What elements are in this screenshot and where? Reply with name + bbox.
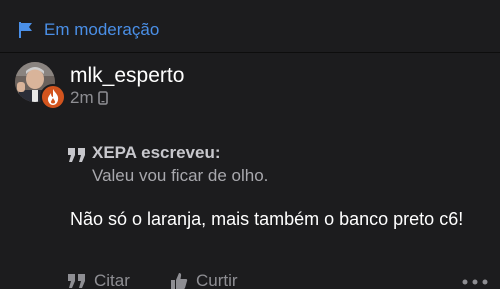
username[interactable]: mlk_esperto <box>70 64 184 88</box>
post-meta: 2m <box>70 88 108 108</box>
thumbs-up-icon <box>171 273 188 289</box>
quote-author[interactable]: XEPA escreveu: <box>92 143 221 163</box>
divider <box>0 52 500 53</box>
post-body: Não só o laranja, mais também o banco pr… <box>70 209 464 229</box>
like-button[interactable]: Curtir <box>170 271 238 289</box>
user-rank-badge <box>40 84 66 110</box>
moderation-banner[interactable]: Em moderação <box>0 0 500 60</box>
mobile-icon <box>97 91 108 105</box>
flame-icon <box>47 89 59 105</box>
post-card: Em moderação mlk_esperto 2m XEPA escreve… <box>0 0 500 289</box>
post-actions: Citar Curtir <box>0 271 500 289</box>
quote-text: Valeu vou ficar de olho. <box>92 166 269 185</box>
quote-icon <box>68 274 85 288</box>
post-time: 2m <box>70 88 94 107</box>
quote-icon <box>68 148 85 162</box>
quote-button-label: Citar <box>94 271 130 289</box>
more-icon[interactable] <box>462 279 488 285</box>
flag-icon <box>19 22 32 38</box>
moderation-label: Em moderação <box>44 20 160 39</box>
quote-button[interactable]: Citar <box>68 271 130 289</box>
like-button-label: Curtir <box>196 271 238 289</box>
